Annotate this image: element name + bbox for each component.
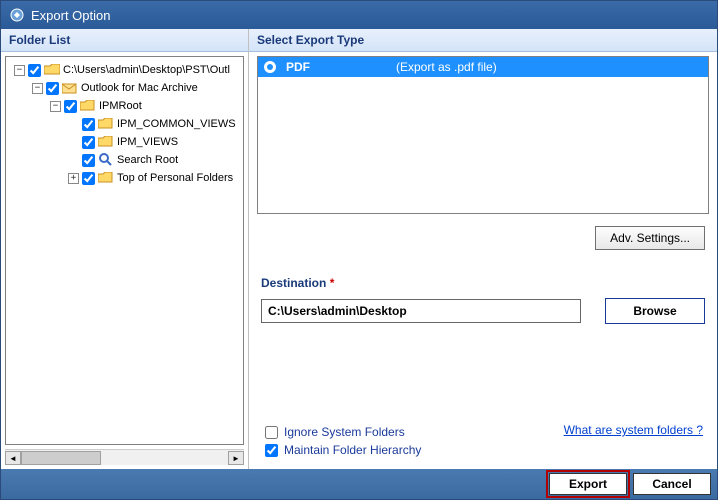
tree-label: Outlook for Mac Archive bbox=[81, 82, 198, 94]
folder-icon bbox=[98, 171, 114, 185]
search-icon bbox=[98, 153, 114, 167]
browse-button[interactable]: Browse bbox=[605, 298, 705, 324]
destination-input[interactable] bbox=[261, 299, 581, 323]
export-type-desc: (Export as .pdf file) bbox=[396, 60, 497, 74]
tree-checkbox[interactable] bbox=[64, 100, 77, 113]
folder-tree[interactable]: − C:\Users\admin\Desktop\PST\Outl − Outl… bbox=[5, 56, 244, 445]
expander-icon[interactable]: − bbox=[32, 83, 43, 94]
options-section: What are system folders ? Ignore System … bbox=[249, 413, 717, 469]
system-folders-link[interactable]: What are system folders ? bbox=[564, 423, 703, 437]
export-type-list[interactable]: PDF (Export as .pdf file) bbox=[257, 56, 709, 214]
radio-icon[interactable] bbox=[264, 61, 276, 73]
ignore-label: Ignore System Folders bbox=[284, 425, 405, 439]
expander-icon[interactable]: + bbox=[68, 173, 79, 184]
tree-row-ipmroot[interactable]: − IPMRoot bbox=[10, 97, 239, 115]
maintain-hierarchy-option[interactable]: Maintain Folder Hierarchy bbox=[265, 443, 705, 457]
folder-icon bbox=[98, 117, 114, 131]
scroll-left-icon[interactable]: ◄ bbox=[5, 451, 21, 465]
destination-label: Destination * bbox=[261, 276, 705, 290]
adv-settings-button[interactable]: Adv. Settings... bbox=[595, 226, 705, 250]
tree-label: IPM_COMMON_VIEWS bbox=[117, 118, 236, 130]
app-icon bbox=[9, 7, 25, 23]
destination-section: Destination * Browse bbox=[249, 270, 717, 330]
export-panel: Select Export Type PDF (Export as .pdf f… bbox=[249, 29, 717, 469]
tree-row-views[interactable]: IPM_VIEWS bbox=[10, 133, 239, 151]
tree-row-top[interactable]: + Top of Personal Folders bbox=[10, 169, 239, 187]
tree-label: C:\Users\admin\Desktop\PST\Outl bbox=[63, 64, 230, 76]
content-area: Folder List − C:\Users\admin\Desktop\PST… bbox=[1, 29, 717, 469]
tree-checkbox[interactable] bbox=[82, 118, 95, 131]
folder-list-header: Folder List bbox=[1, 29, 248, 52]
tree-checkbox[interactable] bbox=[82, 172, 95, 185]
tree-checkbox[interactable] bbox=[82, 154, 95, 167]
ignore-checkbox[interactable] bbox=[265, 426, 278, 439]
export-type-name: PDF bbox=[286, 60, 396, 74]
adv-settings-row: Adv. Settings... bbox=[249, 218, 717, 270]
export-type-pdf[interactable]: PDF (Export as .pdf file) bbox=[258, 57, 708, 77]
tree-checkbox[interactable] bbox=[28, 64, 41, 77]
folder-icon bbox=[80, 99, 96, 113]
tree-checkbox[interactable] bbox=[46, 82, 59, 95]
export-option-window: Export Option Folder List − C:\Users\adm… bbox=[0, 0, 718, 500]
export-button[interactable]: Export bbox=[549, 473, 627, 495]
tree-row-root[interactable]: − C:\Users\admin\Desktop\PST\Outl bbox=[10, 61, 239, 79]
maintain-label: Maintain Folder Hierarchy bbox=[284, 443, 421, 457]
horizontal-scrollbar[interactable]: ◄ ► bbox=[5, 449, 244, 465]
required-asterisk: * bbox=[330, 276, 335, 290]
tree-label: Search Root bbox=[117, 154, 178, 166]
tree-label: IPMRoot bbox=[99, 100, 142, 112]
destination-label-text: Destination bbox=[261, 276, 326, 290]
expander-icon[interactable]: − bbox=[14, 65, 25, 76]
tree-label: IPM_VIEWS bbox=[117, 136, 178, 148]
window-title: Export Option bbox=[31, 8, 111, 23]
tree-checkbox[interactable] bbox=[82, 136, 95, 149]
tree-row-search[interactable]: Search Root bbox=[10, 151, 239, 169]
tree-row-outlook[interactable]: − Outlook for Mac Archive bbox=[10, 79, 239, 97]
folder-open-icon bbox=[44, 63, 60, 77]
expander-icon[interactable]: − bbox=[50, 101, 61, 112]
cancel-button[interactable]: Cancel bbox=[633, 473, 711, 495]
folder-list-panel: Folder List − C:\Users\admin\Desktop\PST… bbox=[1, 29, 249, 469]
titlebar: Export Option bbox=[1, 1, 717, 29]
scroll-thumb[interactable] bbox=[21, 451, 101, 465]
tree-label: Top of Personal Folders bbox=[117, 172, 233, 184]
scroll-right-icon[interactable]: ► bbox=[228, 451, 244, 465]
export-type-header: Select Export Type bbox=[249, 29, 717, 52]
tree-row-common[interactable]: IPM_COMMON_VIEWS bbox=[10, 115, 239, 133]
mailbox-icon bbox=[62, 81, 78, 95]
footer-bar: Export Cancel bbox=[1, 469, 717, 499]
folder-icon bbox=[98, 135, 114, 149]
maintain-checkbox[interactable] bbox=[265, 444, 278, 457]
